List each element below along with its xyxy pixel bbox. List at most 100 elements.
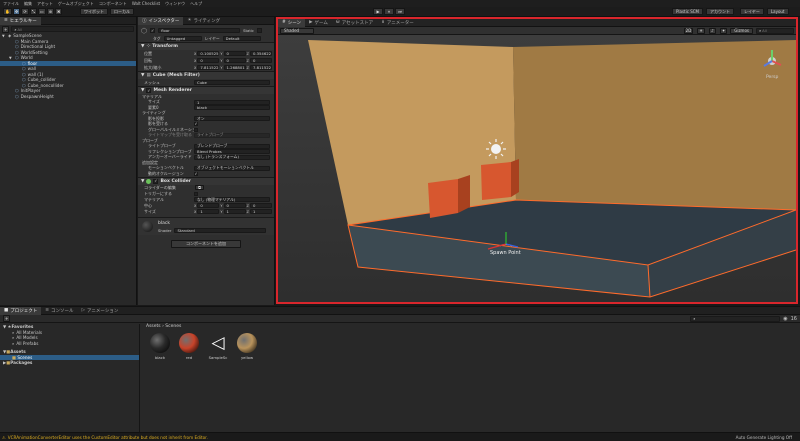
layer-dropdown[interactable]: Default <box>222 35 261 42</box>
tab-lighting[interactable]: ☀ ライティング <box>183 17 224 25</box>
play-button[interactable]: ▶ <box>373 8 383 15</box>
box-collider-enabled-checkbox[interactable]: ✓ <box>153 178 159 184</box>
project-create-button[interactable]: + <box>3 315 11 322</box>
menu-item[interactable]: 編集 <box>24 1 32 7</box>
transform-x-field[interactable]: 0.100525 <box>197 50 220 57</box>
status-message[interactable]: VCRAnimationConverterEditor uses the Cus… <box>8 435 208 440</box>
layout-dropdown[interactable]: Layout <box>766 8 789 15</box>
back-wall[interactable] <box>513 40 796 210</box>
scene-search[interactable]: ⌕ All <box>756 27 794 34</box>
step-button[interactable]: ⏭ <box>395 8 405 15</box>
cast-shadows-dropdown[interactable]: オン <box>194 116 270 122</box>
lightmap-dropdown[interactable]: ライトプローブ <box>194 132 270 138</box>
transform-header[interactable]: ▼ ⊹ Transform <box>138 42 274 50</box>
mesh-field[interactable]: Cube <box>194 79 270 86</box>
lighting-toggle-icon[interactable]: ☀ <box>697 27 705 34</box>
pivot-toggle[interactable]: ワイボット <box>80 8 108 15</box>
center-y-field[interactable]: 0 <box>223 203 246 208</box>
transform-z-field[interactable]: 0 <box>249 57 272 64</box>
menu-item[interactable]: アセット <box>37 1 53 7</box>
scene-viewport[interactable]: Spawn Point Persp <box>278 35 796 302</box>
tab-scene[interactable]: # シーン <box>278 18 306 27</box>
mesh-filter-header[interactable]: ▼ ▦ Cube (Mesh Filter) <box>138 71 274 79</box>
red-cube-right[interactable] <box>481 162 511 200</box>
tool-button[interactable]: ▭ <box>37 8 46 15</box>
tab-animation[interactable]: ▷ アニメーション <box>78 307 123 315</box>
global-illumination-checkbox[interactable] <box>194 127 198 132</box>
transform-y-field[interactable]: 1.268801 <box>223 64 246 71</box>
dynamic-occlusion-checkbox[interactable]: ✓ <box>194 171 198 176</box>
tab-animator[interactable]: ⋔ アニメーター <box>377 19 418 27</box>
effects-toggle-icon[interactable]: ✦ <box>719 27 728 34</box>
project-search[interactable]: ⌕ <box>690 315 781 322</box>
mesh-renderer-enabled-checkbox[interactable]: ✓ <box>146 88 152 93</box>
layers-dropdown[interactable]: レイヤー <box>740 8 764 15</box>
create-button[interactable]: + <box>2 25 10 33</box>
tag-dropdown[interactable]: Untagged <box>163 35 202 42</box>
space-toggle[interactable]: ローカル <box>110 8 134 15</box>
receive-shadows-checkbox[interactable]: ✓ <box>194 122 198 127</box>
menu-item[interactable]: ゲームオブジェクト <box>58 1 94 7</box>
pause-button[interactable]: ⏸ <box>384 8 394 15</box>
red-cube-left[interactable] <box>428 179 458 218</box>
directional-light-icon[interactable] <box>486 139 506 159</box>
size-z-field[interactable]: 1 <box>249 209 272 214</box>
tool-button[interactable]: ⊕ <box>46 8 55 15</box>
shading-mode-dropdown[interactable]: Shaded <box>280 27 314 34</box>
expand-arrow-icon[interactable]: ▼ <box>9 56 13 60</box>
asset-item[interactable]: yellow <box>234 333 260 360</box>
static-checkbox[interactable] <box>256 28 262 33</box>
menu-item[interactable]: ヘルプ <box>190 1 202 7</box>
eye-icon[interactable]: ◉ <box>783 316 787 322</box>
transform-y-field[interactable]: 0 <box>223 57 246 64</box>
asset-item[interactable]: red <box>176 333 202 360</box>
tool-button[interactable]: ✥ <box>12 8 21 15</box>
shader-dropdown[interactable]: Standard <box>174 227 267 233</box>
cloud-button[interactable]: Plastic SCM <box>672 8 703 15</box>
object-name-field[interactable]: floor <box>158 27 241 34</box>
asset-item[interactable]: ◁ SampleSc <box>205 333 231 360</box>
edit-collider-button[interactable]: ⧉ <box>195 184 204 191</box>
favorite-item[interactable]: ⌕ All Prefabs <box>0 341 139 347</box>
transform-z-field[interactable]: 0.354622 <box>249 50 272 57</box>
expand-arrow-icon[interactable]: ▼ <box>2 34 6 38</box>
tool-button[interactable]: ✋ <box>3 8 12 15</box>
active-checkbox[interactable]: ✓ <box>150 28 156 33</box>
menu-item[interactable]: ファイル <box>3 1 19 7</box>
add-component-button[interactable]: コンポーネントを追加 <box>171 239 241 248</box>
gizmos-dropdown[interactable]: Gizmos <box>730 27 753 34</box>
transform-x-field[interactable]: 0 <box>197 57 220 64</box>
center-z-field[interactable]: 0 <box>249 203 272 208</box>
tab-inspector[interactable]: ⓘ インスペクター <box>138 16 184 25</box>
material-element-field[interactable]: black <box>194 105 270 111</box>
packages-node[interactable]: ▶ ■ Packages <box>0 360 139 366</box>
menu-item[interactable]: ウィンドウ <box>165 1 185 7</box>
tab-project[interactable]: ■ プロジェクト <box>0 306 42 315</box>
menu-item[interactable]: Walt Checklist <box>132 1 160 6</box>
materials-size-field[interactable]: 1 <box>194 99 270 105</box>
account-dropdown[interactable]: アカウント <box>706 8 734 15</box>
2d-toggle[interactable]: 2D <box>683 27 694 34</box>
size-x-field[interactable]: 1 <box>197 209 220 214</box>
tool-button[interactable]: ⟳ <box>21 8 29 15</box>
size-y-field[interactable]: 1 <box>223 209 246 214</box>
tab-console[interactable]: ≡ コンソール <box>41 307 77 315</box>
hierarchy-search[interactable]: ⌕ All <box>11 26 134 32</box>
transform-z-field[interactable]: 7.811522 <box>249 64 272 71</box>
motion-vectors-dropdown[interactable]: オブジェクトモーションベクトル <box>194 165 270 171</box>
tab-asset-store[interactable]: ⛁ アセットストア <box>332 19 377 27</box>
anchor-override-field[interactable]: なし (トランスフォーム) <box>194 154 270 160</box>
light-probes-dropdown[interactable]: ブレンドプローブ <box>194 143 270 149</box>
center-x-field[interactable]: 0 <box>197 203 220 208</box>
tool-button[interactable]: ⤡ <box>29 8 37 15</box>
menu-item[interactable]: コンポーネント <box>99 1 127 7</box>
material-section[interactable]: black Shader Standard <box>138 216 274 235</box>
transform-y-field[interactable]: 0 <box>223 50 246 57</box>
tab-game[interactable]: ▶ ゲーム <box>305 19 332 27</box>
box-collider-header[interactable]: ▼ ✓ Box Collider <box>138 176 274 185</box>
project-breadcrumb[interactable]: Assets › Scenes <box>146 324 181 329</box>
tab-hierarchy[interactable]: ≡ ヒエラルキー <box>0 16 41 25</box>
tool-button[interactable]: ✖ <box>55 8 63 15</box>
transform-x-field[interactable]: 7.811522 <box>197 64 220 71</box>
audio-toggle-icon[interactable]: ♪ <box>708 27 716 34</box>
